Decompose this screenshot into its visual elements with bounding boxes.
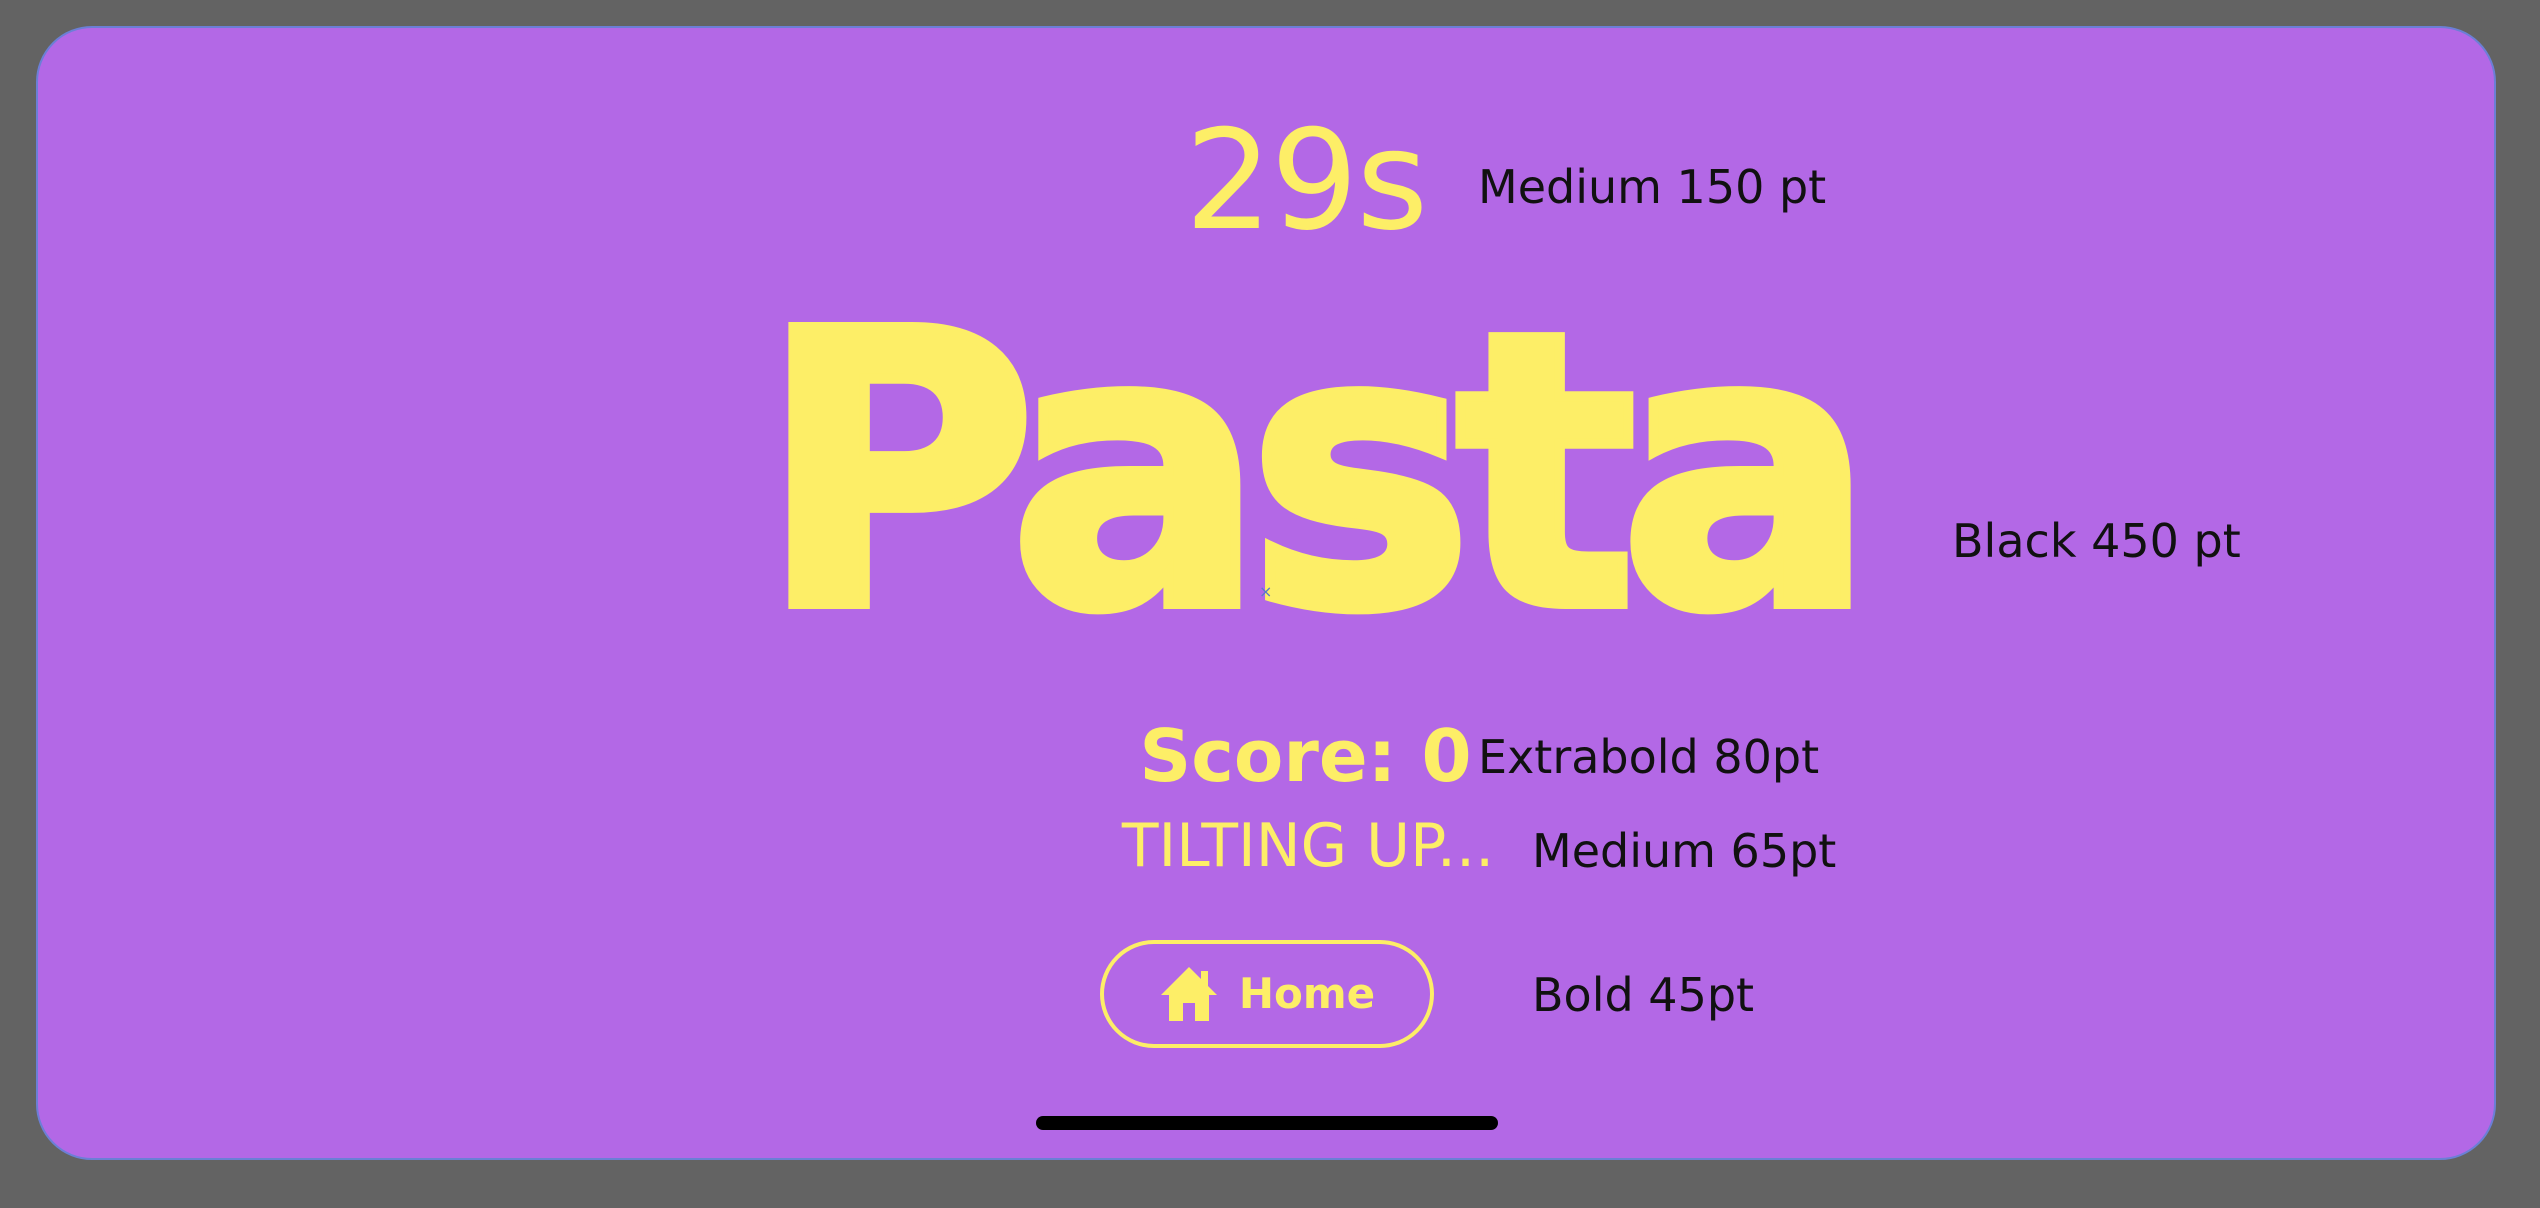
home-button[interactable]: Home	[1100, 940, 1434, 1048]
score-font-annotation: Extrabold 80pt	[1478, 730, 1820, 784]
timer: 29s	[1184, 100, 1429, 261]
button-font-annotation: Bold 45pt	[1532, 968, 1755, 1022]
cursor-marker-icon: ×	[1259, 582, 1273, 601]
score-label: Score: 0	[1139, 714, 1472, 798]
home-indicator-bar[interactable]	[1036, 1116, 1498, 1130]
phone-screen: 29s Medium 150 pt Pasta × Black 450 pt S…	[36, 26, 2496, 1160]
home-icon	[1160, 967, 1217, 1021]
tilt-status: TILTING UP...	[1121, 811, 1495, 881]
status-font-annotation: Medium 65pt	[1532, 824, 1837, 878]
timer-font-annotation: Medium 150 pt	[1478, 160, 1827, 214]
word-font-annotation: Black 450 pt	[1952, 514, 2241, 568]
home-button-label: Home	[1238, 969, 1376, 1018]
current-word: Pasta	[754, 251, 1881, 694]
